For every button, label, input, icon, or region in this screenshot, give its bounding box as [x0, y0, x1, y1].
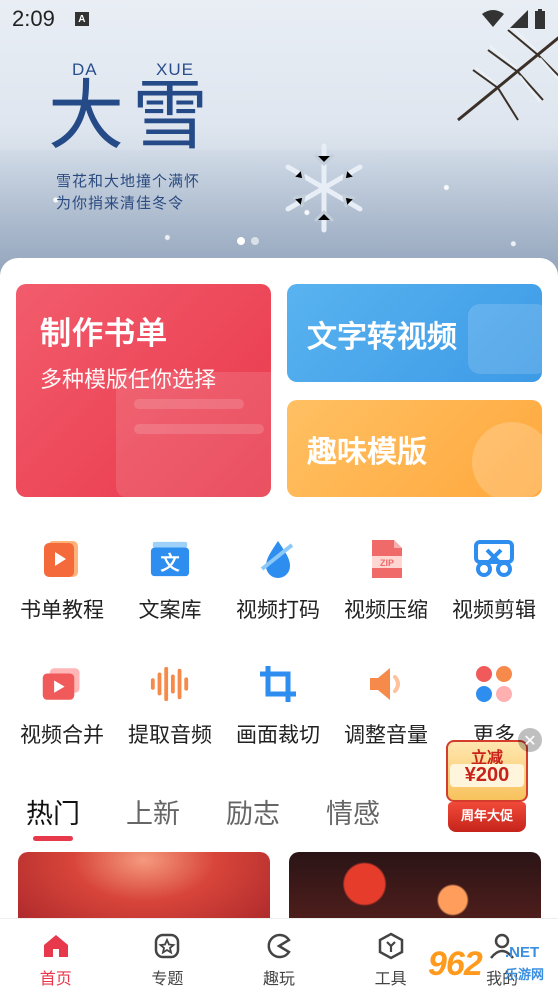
wifi-icon [482, 10, 504, 27]
make-booklist-card[interactable]: 制作书单 多种模版任你选择 [16, 284, 271, 497]
tool-text-library[interactable]: 文 文案库 [116, 538, 224, 624]
banner-page-indicator [237, 237, 259, 245]
tool-label: 视频合并 [20, 723, 104, 747]
tool-video-edit[interactable]: 视频剪辑 [440, 538, 548, 624]
text-to-video-title: 文字转视频 [307, 320, 457, 355]
tab-emotion[interactable]: 情感 [326, 792, 380, 831]
watermark-number: 962 [428, 944, 483, 983]
battery-icon [535, 9, 545, 29]
snowflake-icon [285, 143, 363, 233]
tools-icon [376, 931, 406, 961]
tool-label: 调整音量 [344, 723, 428, 747]
tool-video-compress[interactable]: ZIP 视频压缩 [332, 538, 440, 624]
fun-templates-title: 趣味模版 [307, 435, 427, 470]
scissors-icon [473, 538, 515, 580]
indicator-dot-active [237, 237, 245, 245]
nav-label: 工具 [374, 969, 407, 988]
tab-hot[interactable]: 热门 [26, 792, 80, 831]
nav-home[interactable]: 首页 [0, 919, 112, 993]
more-icon [473, 663, 515, 705]
tool-video-merge[interactable]: 视频合并 [8, 663, 116, 749]
make-booklist-title: 制作书单 [40, 316, 168, 352]
tool-label: 文案库 [138, 598, 202, 622]
tool-label: 提取音频 [128, 723, 212, 747]
topic-icon [152, 931, 182, 961]
notification-icon: A [74, 12, 89, 26]
tool-label: 视频打码 [236, 598, 320, 622]
nav-label: 专题 [151, 969, 184, 988]
promo-footer: 周年大促 [448, 802, 526, 832]
tool-extract-audio[interactable]: 提取音频 [116, 663, 224, 749]
text-to-video-card[interactable]: 文字转视频 [287, 284, 542, 382]
nav-label: 趣玩 [262, 969, 295, 988]
tool-booklist-tutorial[interactable]: 书单教程 [8, 538, 116, 624]
make-booklist-subtitle: 多种模版任你选择 [40, 368, 217, 393]
svg-text:ZIP: ZIP [380, 558, 394, 568]
card-decoration-line [134, 424, 264, 434]
home-icon [41, 931, 71, 961]
fun-templates-card[interactable]: 趣味模版 [287, 400, 542, 497]
active-tab-indicator [33, 836, 73, 841]
banner-poem-line2: 为你捎来清佳冬令 [56, 194, 185, 212]
site-watermark: 962 .NET 乐游网 [428, 940, 553, 988]
pacman-decoration-icon [472, 422, 542, 497]
text-library-icon: 文 [149, 538, 191, 580]
play-decoration-icon [468, 304, 542, 374]
zip-icon: ZIP [365, 538, 407, 580]
crop-icon [257, 663, 299, 705]
card-decoration-line [134, 399, 244, 409]
tool-label: 书单教程 [20, 598, 104, 622]
category-tabs: 热门 上新 励志 情感 [26, 792, 380, 831]
banner-poem-line1: 雪花和大地撞个满怀 [56, 172, 201, 190]
tool-label: 画面裁切 [236, 723, 320, 747]
promo-badge[interactable]: 立减 ¥200 周年大促 [446, 740, 528, 835]
svg-text:文: 文 [160, 552, 180, 575]
hero-banner[interactable]: 2:09 A DA XUE 大雪 雪花和大地撞个满怀 为你捎来清佳冬令 [0, 0, 558, 275]
merge-icon [41, 663, 83, 705]
volume-icon [365, 663, 407, 705]
tab-inspiration[interactable]: 励志 [226, 792, 280, 831]
nav-fun[interactable]: 趣玩 [223, 919, 335, 993]
status-time: 2:09 [12, 6, 55, 31]
banner-title: 大雪 [48, 71, 216, 160]
signal-icon [510, 10, 528, 28]
close-icon[interactable]: ✕ [518, 728, 542, 752]
mosaic-icon [257, 538, 299, 580]
fun-icon [264, 931, 294, 961]
tools-row-1: 书单教程 文 文案库 视频打码 ZIP 视频压缩 视频剪辑 [8, 538, 558, 624]
indicator-dot [251, 237, 259, 245]
tool-label: 视频剪辑 [452, 598, 536, 622]
watermark-domain: .NET [505, 944, 540, 961]
tool-adjust-volume[interactable]: 调整音量 [332, 663, 440, 749]
watermark-name: 乐游网 [505, 968, 545, 983]
tools-row-2: 视频合并 提取音频 画面裁切 调整音量 更多 [8, 663, 558, 749]
status-bar: 2:09 A [0, 0, 558, 38]
tool-video-mosaic[interactable]: 视频打码 [224, 538, 332, 624]
nav-topics[interactable]: 专题 [112, 919, 224, 993]
nav-label: 首页 [39, 969, 72, 988]
tool-label: 视频压缩 [344, 598, 428, 622]
promo-amount: ¥200 [450, 764, 524, 787]
tab-new[interactable]: 上新 [126, 792, 180, 831]
tool-crop[interactable]: 画面裁切 [224, 663, 332, 749]
tutorial-icon [41, 538, 83, 580]
audio-wave-icon [149, 663, 191, 705]
